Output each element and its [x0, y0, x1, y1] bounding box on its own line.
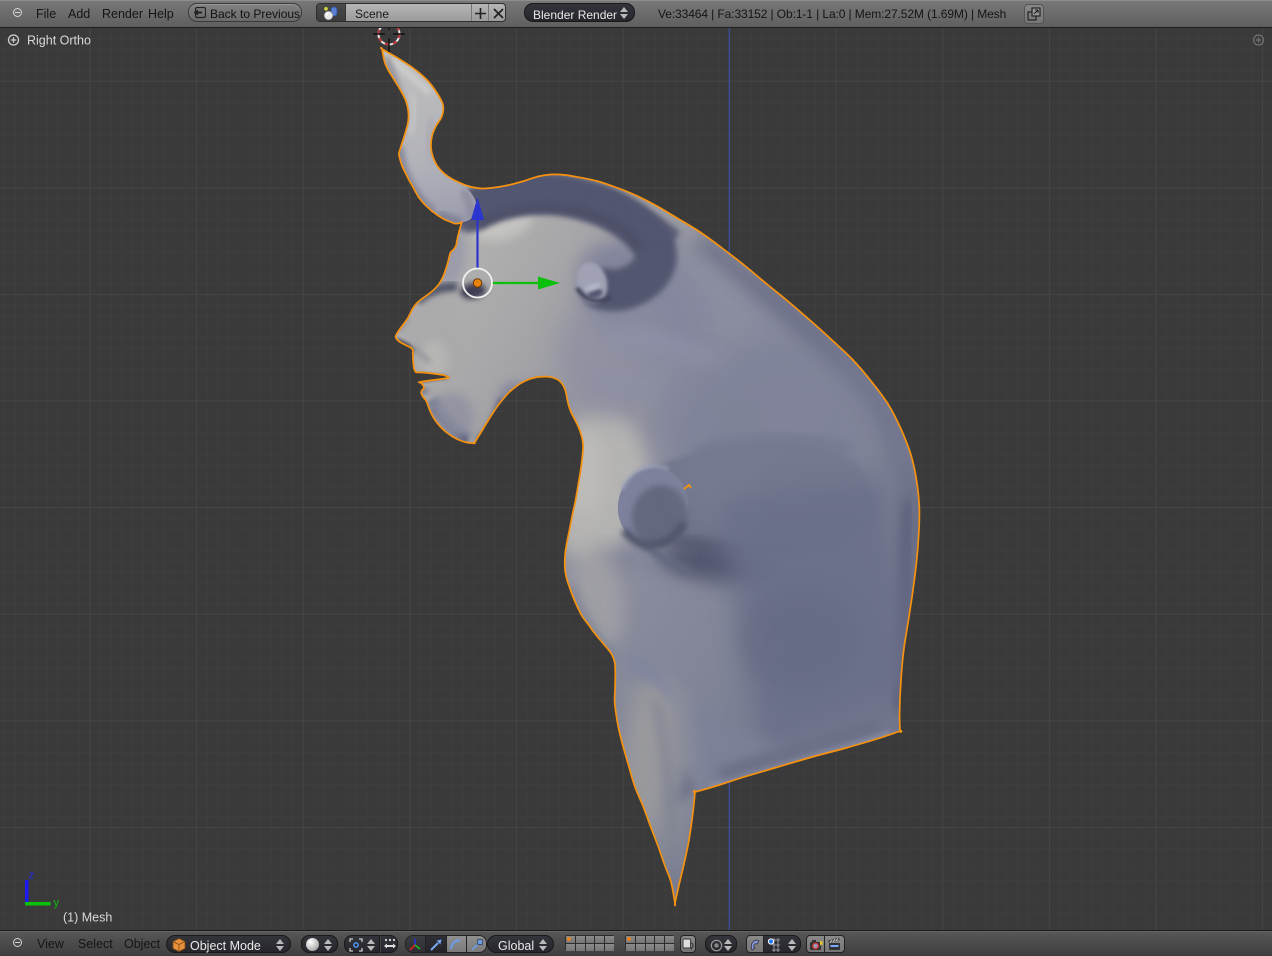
- svg-text:y: y: [54, 897, 60, 909]
- svg-text:Right Ortho: Right Ortho: [27, 34, 91, 48]
- svg-text:z: z: [29, 870, 35, 882]
- svg-text:(1) Mesh: (1) Mesh: [63, 911, 112, 925]
